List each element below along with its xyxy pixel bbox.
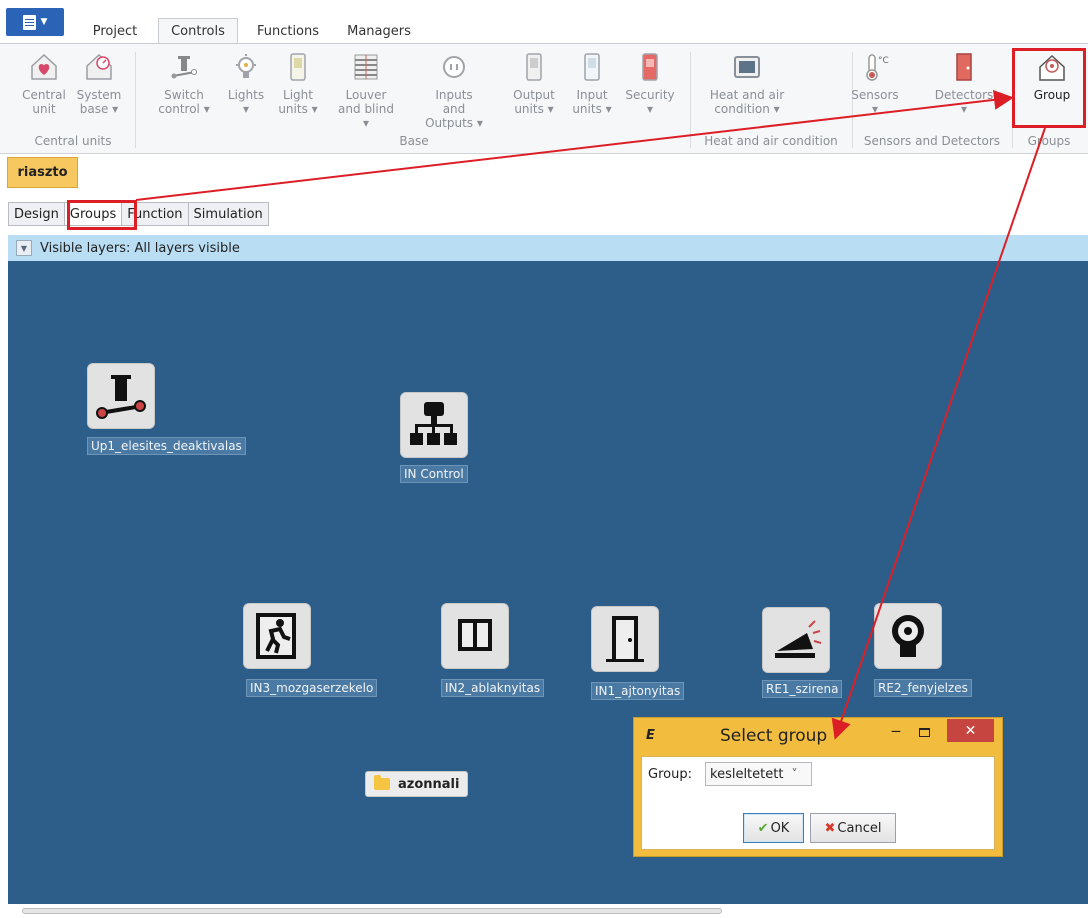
annotation-arrows [135,89,1046,740]
arrow-group-to-dialog [831,127,1046,740]
arrow-tab-to-group [135,89,1014,201]
